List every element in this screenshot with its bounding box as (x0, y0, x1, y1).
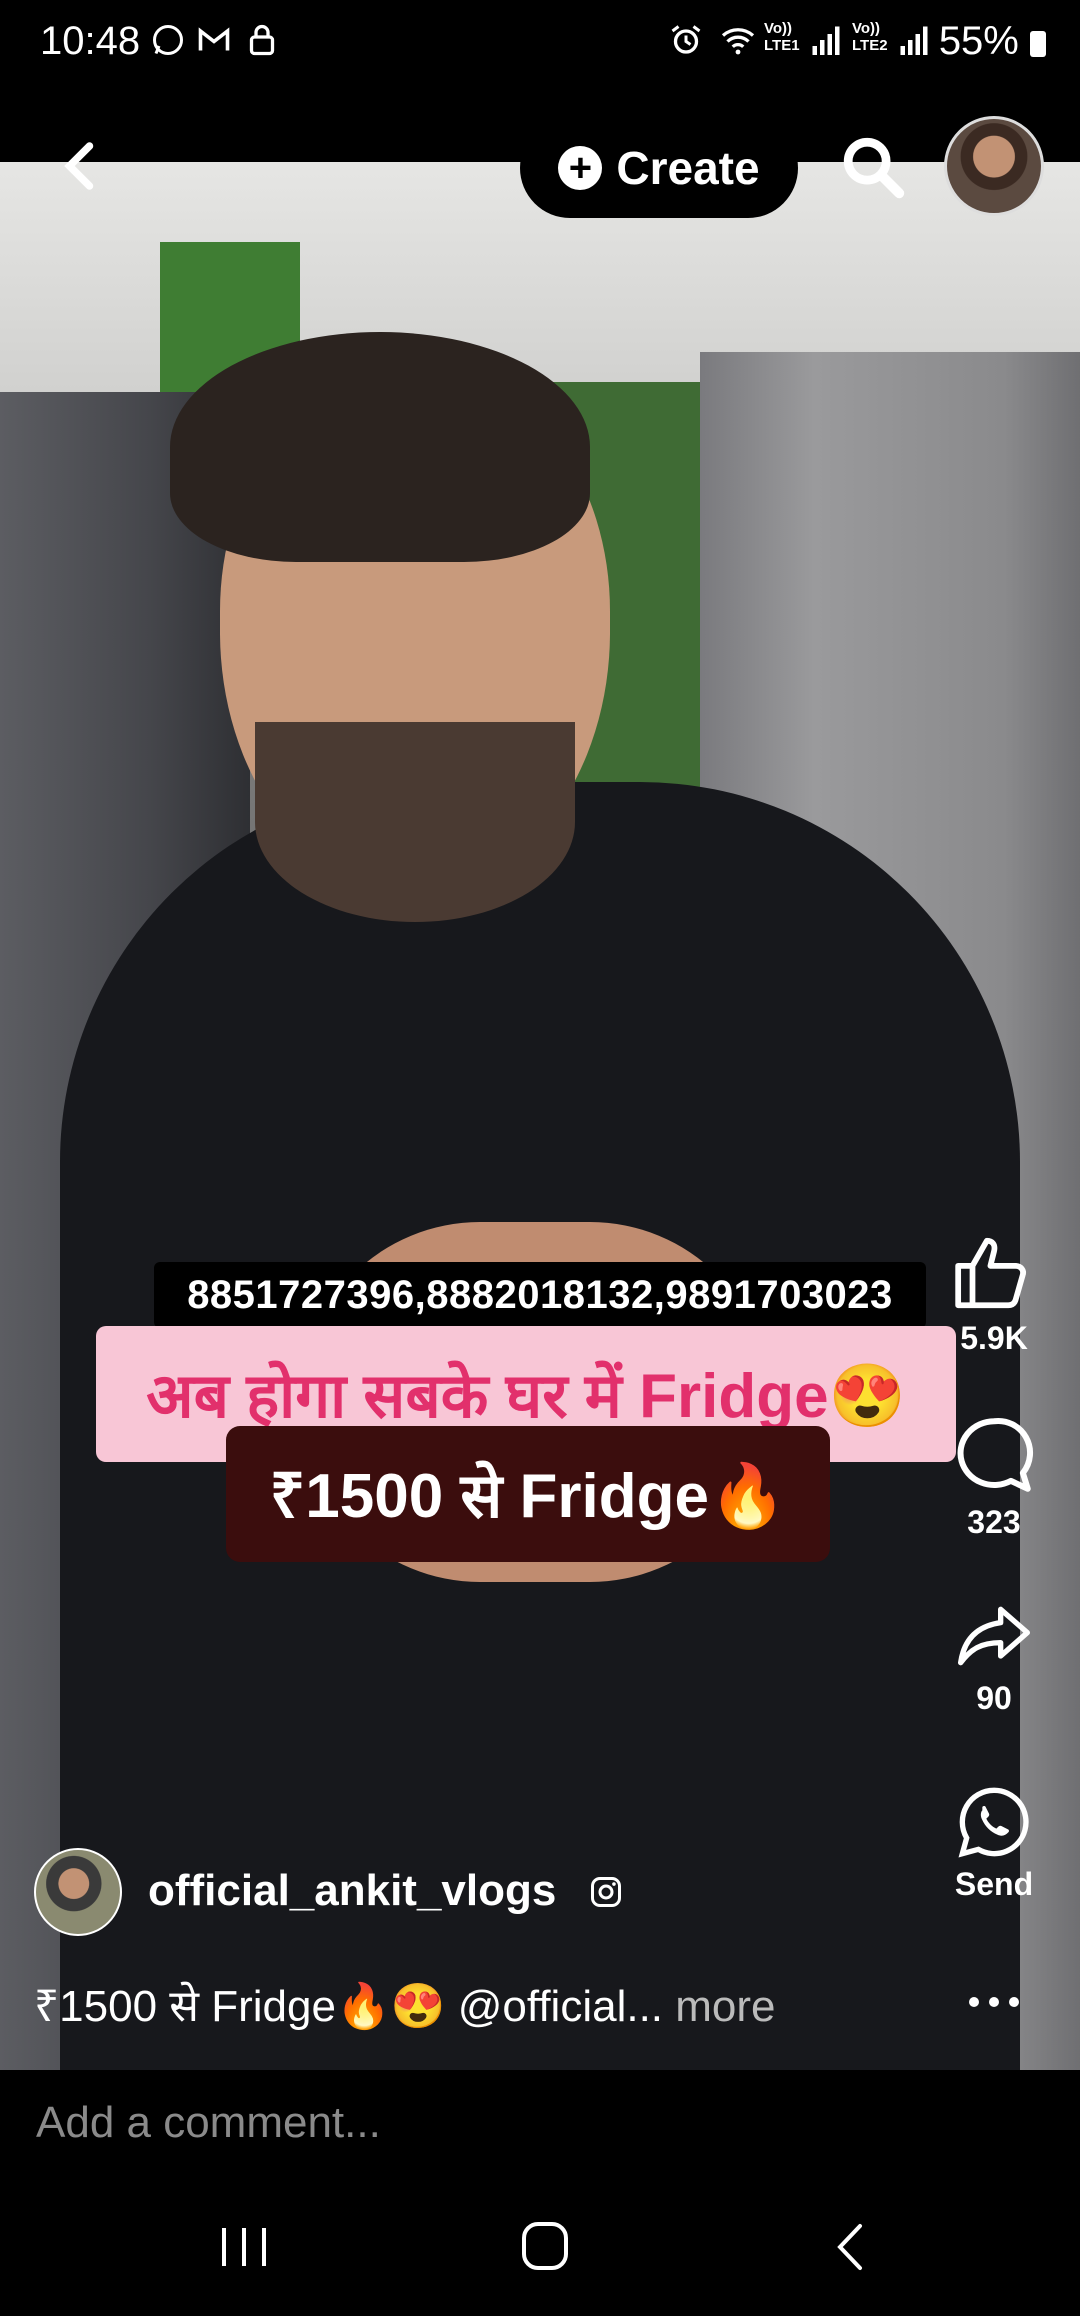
signal-1-icon (812, 26, 840, 55)
phone-numbers-overlay: 8851727396,8882018132,9891703023 (154, 1262, 926, 1328)
create-label: Create (616, 142, 760, 194)
plus-icon: + (558, 146, 603, 190)
back-nav-icon[interactable] (830, 2222, 870, 2272)
share-button[interactable]: 90 (934, 1596, 1054, 1717)
instagram-icon (591, 1877, 621, 1907)
battery-icon (1030, 31, 1046, 57)
comment-input[interactable]: Add a comment... (0, 2070, 1080, 2178)
signal-2-icon (900, 26, 928, 55)
gmail-notification-icon (198, 27, 230, 51)
author-avatar[interactable] (34, 1848, 122, 1936)
share-count: 90 (976, 1680, 1012, 1716)
wifi-icon (721, 28, 755, 55)
lte1-label: Vo)) LTE1 (764, 20, 800, 54)
share-arrow-icon (958, 1606, 1030, 1666)
lock-icon (249, 24, 275, 56)
whatsapp-notification-icon (153, 25, 183, 55)
search-icon[interactable] (838, 132, 908, 202)
video-person (255, 722, 575, 922)
profile-avatar[interactable] (944, 116, 1044, 216)
caption-text: ₹1500 से Fridge🔥😍 @official... (34, 1982, 664, 2031)
status-time: 10:48 (40, 19, 141, 63)
battery-level: 55% (939, 14, 1046, 68)
reel-video[interactable] (0, 162, 1080, 2070)
caption[interactable]: ₹1500 से Fridge🔥😍 @official... more (34, 1974, 776, 2034)
send-whatsapp-button[interactable]: Send (934, 1782, 1054, 1903)
send-label: Send (954, 1866, 1034, 1902)
whatsapp-icon (958, 1787, 1029, 1858)
recents-icon[interactable] (216, 2222, 272, 2270)
author-username[interactable]: official_ankit_vlogs (148, 1866, 556, 1916)
comment-bubble-icon (957, 1417, 1034, 1492)
price-overlay: ₹1500 से Fridge🔥 (226, 1426, 830, 1562)
more-options-icon[interactable] (964, 1990, 1024, 2014)
create-button[interactable]: + Create (520, 118, 798, 218)
alarm-icon (671, 25, 701, 54)
thumbs-up-icon (955, 1237, 1026, 1309)
lte2-label: Vo)) LTE2 (852, 20, 888, 54)
comment-button[interactable]: 323 (934, 1410, 1054, 1541)
comment-count: 323 (967, 1504, 1021, 1540)
comment-placeholder: Add a comment... (36, 2098, 381, 2147)
caption-more-link[interactable]: more (663, 1982, 775, 2031)
like-count: 5.9K (960, 1320, 1028, 1356)
like-button[interactable]: 5.9K (934, 1230, 1054, 1357)
home-icon[interactable] (520, 2220, 570, 2272)
status-bar: 10:48 Vo)) LTE1 Vo)) LTE2 55% (0, 0, 1080, 82)
video-person (170, 332, 590, 562)
system-nav-bar (0, 2178, 1080, 2316)
back-arrow-icon[interactable] (52, 136, 112, 196)
